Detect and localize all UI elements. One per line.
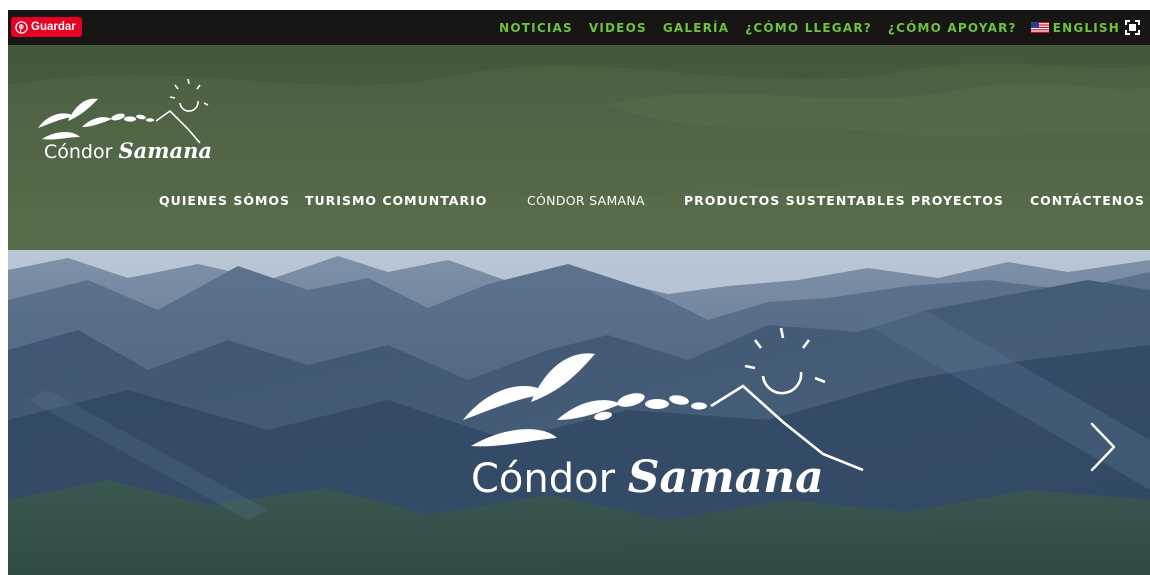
hero-slider: Cóndor Samana bbox=[8, 250, 1150, 575]
page: Guardar NOTICIAS VIDEOS GALERÍA ¿CÓMO LL… bbox=[0, 0, 1150, 575]
top-link-galeria[interactable]: GALERÍA bbox=[663, 21, 729, 35]
nav-item-quienes-somos[interactable]: QUIENES SÓMOS bbox=[159, 193, 290, 208]
main-nav: QUIENES SÓMOS TURISMO COMUNTARIO CÓNDOR … bbox=[8, 193, 1150, 215]
fullscreen-expand-icon[interactable] bbox=[1125, 20, 1140, 35]
hero-logo-wordmark: Cóndor Samana bbox=[471, 452, 824, 503]
page-margin bbox=[0, 0, 8, 575]
top-link-noticias[interactable]: NOTICIAS bbox=[499, 21, 573, 35]
language-label: ENGLISH bbox=[1052, 20, 1120, 35]
us-flag-icon bbox=[1030, 22, 1049, 33]
nav-item-productos-sustentables[interactable]: PRODUCTOS SUSTENTABLES bbox=[684, 193, 906, 208]
pinterest-save-label: Guardar bbox=[31, 21, 76, 33]
pinterest-save-button[interactable]: Guardar bbox=[11, 17, 82, 37]
top-links: NOTICIAS VIDEOS GALERÍA ¿CÓMO LLEGAR? ¿C… bbox=[483, 10, 1120, 45]
nav-item-proyectos[interactable]: PROYECTOS bbox=[911, 193, 1004, 208]
logo-wordmark: Cóndor Samana bbox=[44, 138, 212, 163]
nav-item-contactenos[interactable]: CONTÁCTENOS bbox=[1030, 193, 1145, 208]
slider-next-chevron-right-icon[interactable] bbox=[1088, 420, 1118, 474]
site-logo[interactable]: Cóndor Samana bbox=[30, 73, 230, 183]
logo-sun-icon bbox=[169, 78, 209, 112]
pinterest-icon bbox=[15, 20, 28, 34]
hero-logo-sun-icon bbox=[744, 327, 826, 395]
nav-item-condor-samana[interactable]: CÓNDOR SAMANA bbox=[527, 193, 645, 208]
site-header: Cóndor Samana QUIENES SÓMOS TURISMO COMU… bbox=[8, 45, 1150, 250]
logo-leaves-icon bbox=[38, 98, 154, 140]
language-switch-link[interactable]: ENGLISH bbox=[1030, 20, 1120, 35]
hero-logo-leaves-icon bbox=[463, 353, 707, 447]
hero-logo: Cóndor Samana bbox=[463, 327, 864, 503]
top-bar: Guardar NOTICIAS VIDEOS GALERÍA ¿CÓMO LL… bbox=[8, 10, 1150, 45]
top-link-videos[interactable]: VIDEOS bbox=[589, 21, 647, 35]
top-link-como-apoyar[interactable]: ¿CÓMO APOYAR? bbox=[888, 21, 1017, 35]
top-link-como-llegar[interactable]: ¿CÓMO LLEGAR? bbox=[745, 21, 872, 35]
nav-item-turismo-comunitario[interactable]: TURISMO COMUNTARIO bbox=[305, 193, 487, 208]
